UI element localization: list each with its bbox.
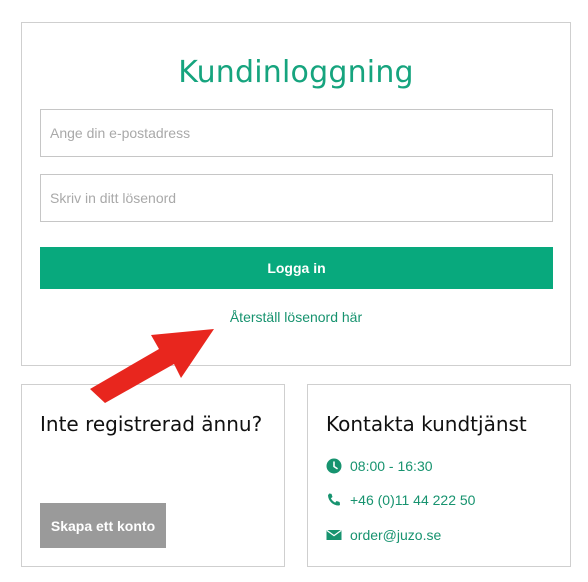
contact-panel: Kontakta kundtjänst 08:00 - 16:30 +46 (0… [307, 384, 571, 567]
contact-hours: 08:00 - 16:30 [326, 458, 433, 474]
contact-phone-text[interactable]: +46 (0)11 44 222 50 [350, 492, 475, 508]
mail-icon [326, 527, 342, 543]
contact-title: Kontakta kundtjänst [326, 412, 527, 436]
reset-password-link[interactable]: Återställ lösenord här [22, 309, 570, 325]
contact-email-text[interactable]: order@juzo.se [350, 527, 441, 543]
login-button[interactable]: Logga in [40, 247, 553, 289]
register-title: Inte registrerad ännu? [40, 412, 263, 436]
email-field[interactable] [40, 109, 553, 157]
create-account-button[interactable]: Skapa ett konto [40, 503, 166, 548]
contact-hours-text: 08:00 - 16:30 [350, 458, 433, 474]
contact-email[interactable]: order@juzo.se [326, 527, 441, 543]
contact-phone[interactable]: +46 (0)11 44 222 50 [326, 492, 475, 508]
register-panel: Inte registrerad ännu? Skapa ett konto [21, 384, 285, 567]
phone-icon [326, 492, 342, 508]
login-panel: Kundinloggning Logga in Återställ löseno… [21, 22, 571, 366]
login-title: Kundinloggning [178, 55, 414, 90]
password-field[interactable] [40, 174, 553, 222]
clock-icon [326, 458, 342, 474]
